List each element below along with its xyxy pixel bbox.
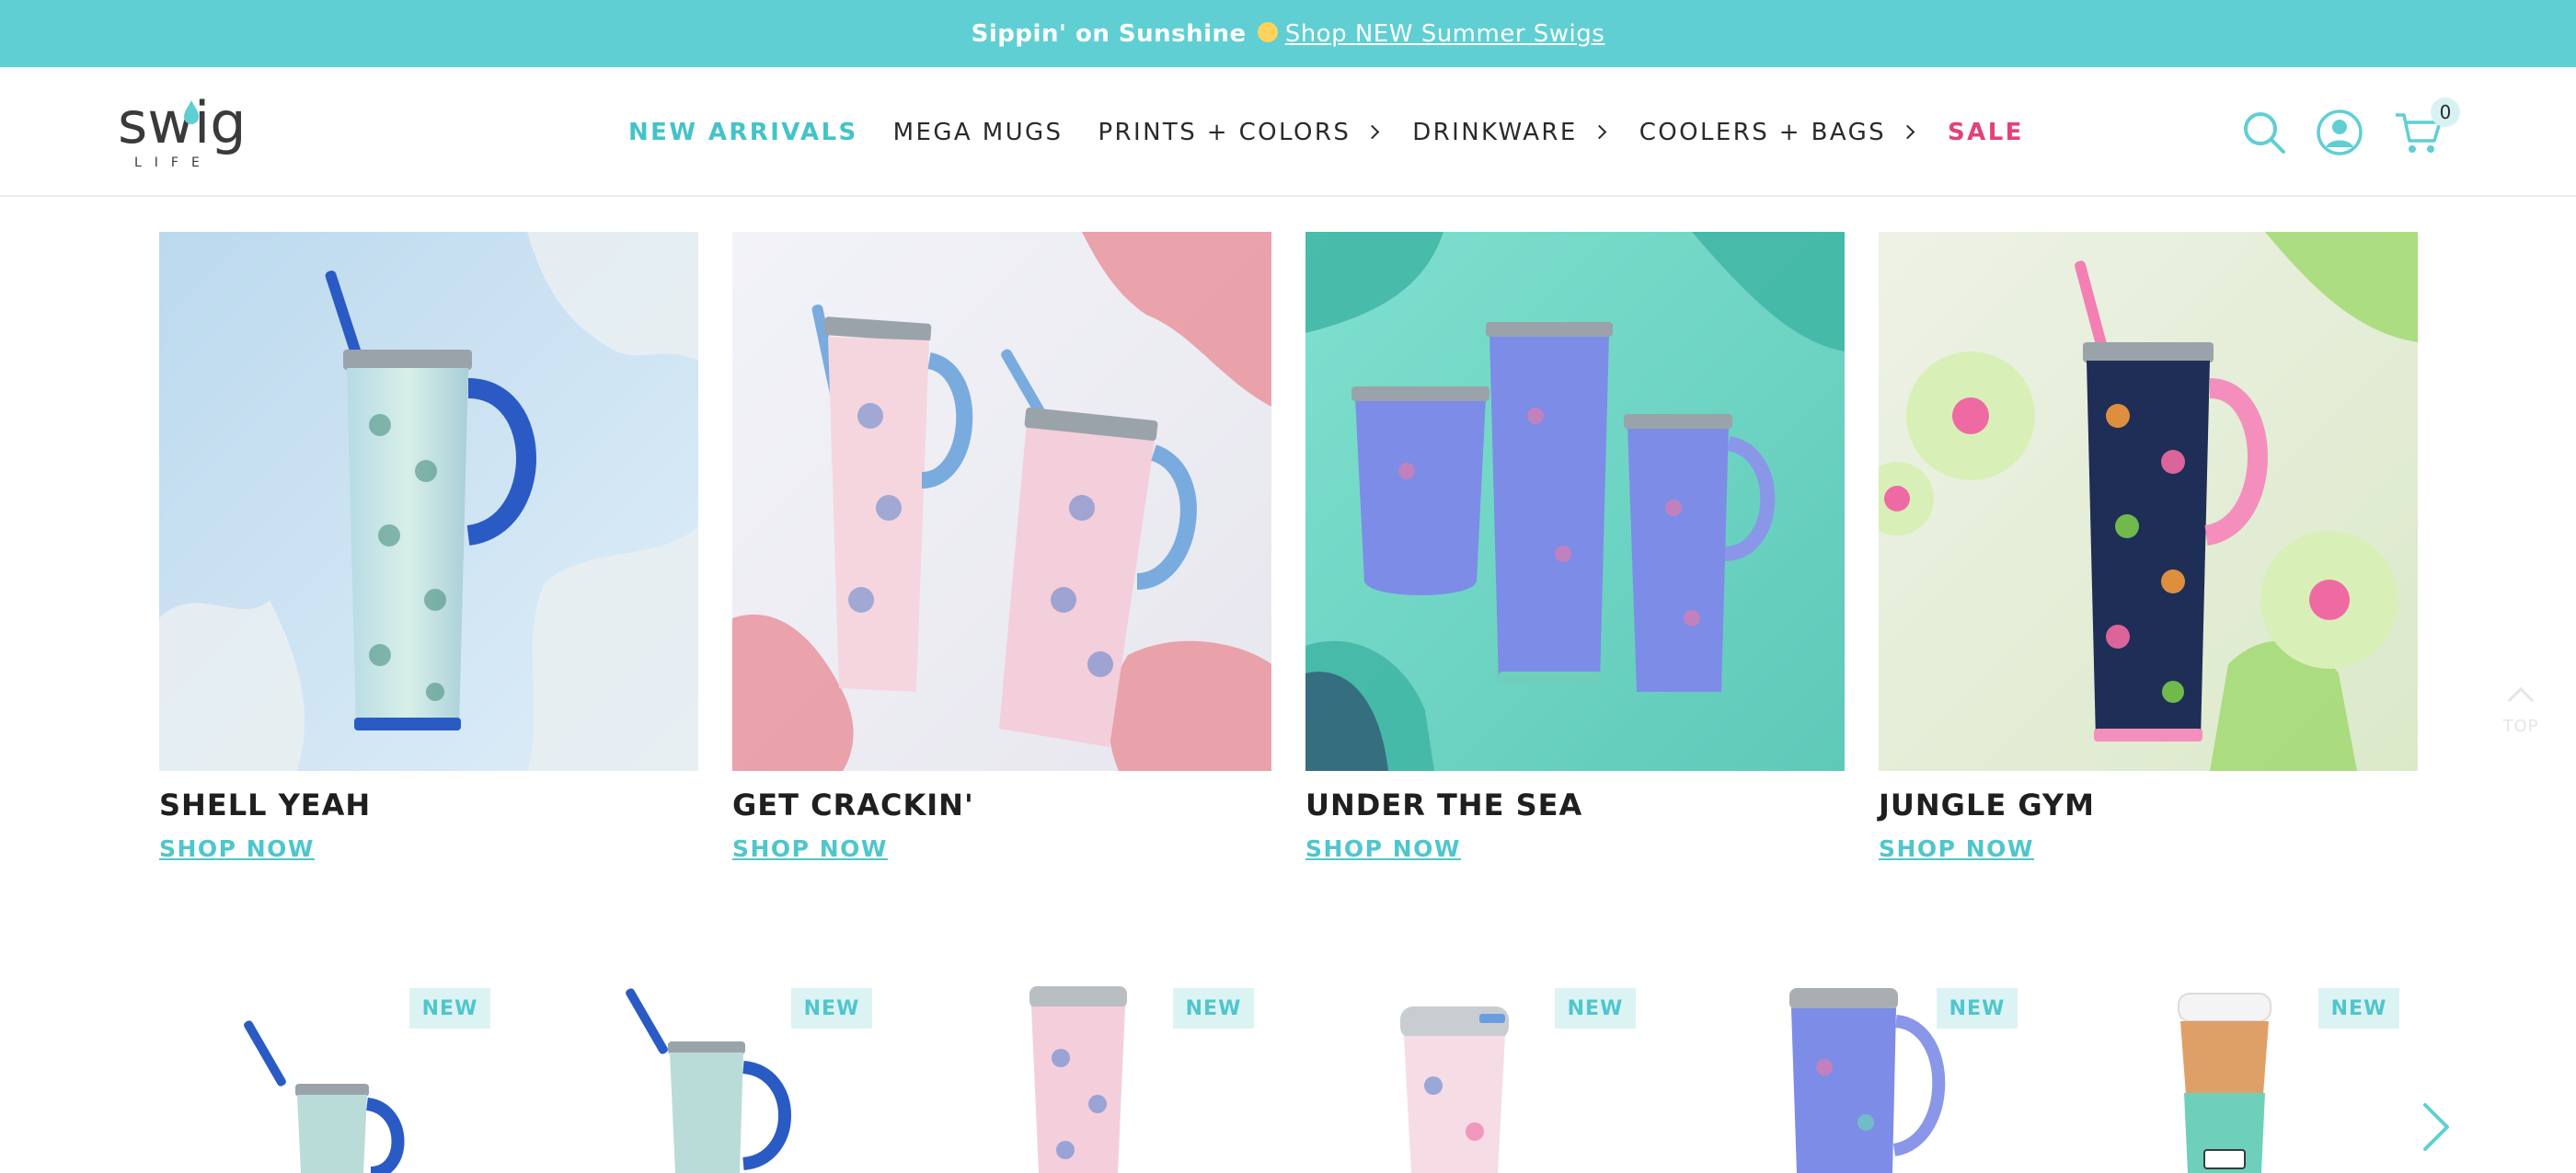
collection-card-under-the-sea[interactable]: UNDER THE SEA SHOP NOW [1305, 232, 1845, 862]
shop-now-link[interactable]: SHOP NOW [732, 835, 888, 862]
back-to-top-label: TOP [2502, 717, 2539, 736]
new-badge: NEW [1555, 988, 1636, 1029]
nav-label: SALE [1948, 118, 2024, 146]
chevron-right-icon [1592, 124, 1607, 140]
collection-card-get-crackin[interactable]: GET CRACKIN' SHOP NOW [732, 232, 1271, 862]
main-nav: NEW ARRIVALS MEGA MUGS PRINTS + COLORS D… [628, 67, 2024, 197]
nav-label: DRINKWARE [1412, 118, 1578, 146]
new-badge: NEW [2318, 988, 2399, 1029]
logo-subtext: LIFE [134, 155, 213, 170]
new-badge: NEW [409, 988, 490, 1029]
chevron-right-icon [1364, 124, 1380, 140]
collection-card-jungle-gym[interactable]: JUNGLE GYM SHOP NOW [1879, 232, 2418, 862]
collection-image[interactable] [1305, 232, 1845, 771]
new-badge: NEW [1173, 988, 1254, 1029]
nav-prints-colors[interactable]: PRINTS + COLORS [1098, 118, 1380, 146]
collection-image[interactable] [1879, 232, 2418, 771]
collection-card-shell-yeah[interactable]: SHELL YEAH SHOP NOW [159, 232, 698, 862]
nav-new-arrivals[interactable]: NEW ARRIVALS [628, 119, 858, 146]
collection-title: GET CRACKIN' [732, 788, 974, 822]
site-header: swig LIFE NEW ARRIVALS MEGA MUGS PRINTS … [0, 67, 2576, 197]
collection-image[interactable] [159, 232, 698, 771]
user-icon[interactable] [2313, 106, 2366, 159]
product-card[interactable]: NEW [904, 984, 1254, 1173]
nav-sale[interactable]: SALE [1948, 119, 2024, 146]
sun-emoji-icon [1257, 21, 1278, 42]
new-badge: NEW [1937, 988, 2018, 1029]
nav-label: PRINTS + COLORS [1098, 118, 1351, 146]
chevron-up-icon [2507, 686, 2535, 714]
product-card[interactable]: NEW [1286, 984, 1636, 1173]
nav-coolers-bags[interactable]: COOLERS + BAGS [1639, 118, 1915, 146]
collection-image[interactable] [732, 232, 1271, 771]
nav-label: COOLERS + BAGS [1639, 118, 1887, 146]
swig-life-logo[interactable]: swig LIFE [118, 95, 256, 170]
nav-label: NEW ARRIVALS [628, 118, 858, 146]
announcement-bar: Sippin' on Sunshine Shop NEW Summer Swig… [0, 0, 2576, 67]
shop-now-link[interactable]: SHOP NOW [159, 835, 315, 862]
shop-now-link[interactable]: SHOP NOW [1305, 835, 1461, 862]
nav-mega-mugs[interactable]: MEGA MUGS [893, 119, 1064, 146]
carousel-next-arrow-icon[interactable] [2418, 1099, 2455, 1155]
product-card[interactable]: NEW [2050, 984, 2399, 1173]
search-icon[interactable] [2237, 106, 2291, 159]
cart-count-badge: 0 [2431, 98, 2460, 127]
product-card[interactable]: NEW [523, 984, 872, 1173]
chevron-right-icon [1900, 124, 1915, 140]
collection-title: UNDER THE SEA [1305, 788, 1583, 822]
back-to-top-button[interactable]: TOP [2493, 685, 2548, 750]
logo-text: swig [118, 95, 247, 156]
new-badge: NEW [791, 988, 872, 1029]
announcement-text: Sippin' on Sunshine [971, 19, 1247, 48]
announcement-link[interactable]: Shop NEW Summer Swigs [1285, 20, 1605, 48]
collection-title: JUNGLE GYM [1879, 788, 2095, 822]
product-card[interactable]: NEW [1668, 984, 2018, 1173]
product-card[interactable]: NEW [141, 984, 490, 1173]
shop-now-link[interactable]: SHOP NOW [1879, 835, 2034, 862]
nav-label: MEGA MUGS [892, 118, 1064, 146]
nav-drinkware[interactable]: DRINKWARE [1412, 118, 1607, 146]
collection-title: SHELL YEAH [159, 788, 372, 822]
